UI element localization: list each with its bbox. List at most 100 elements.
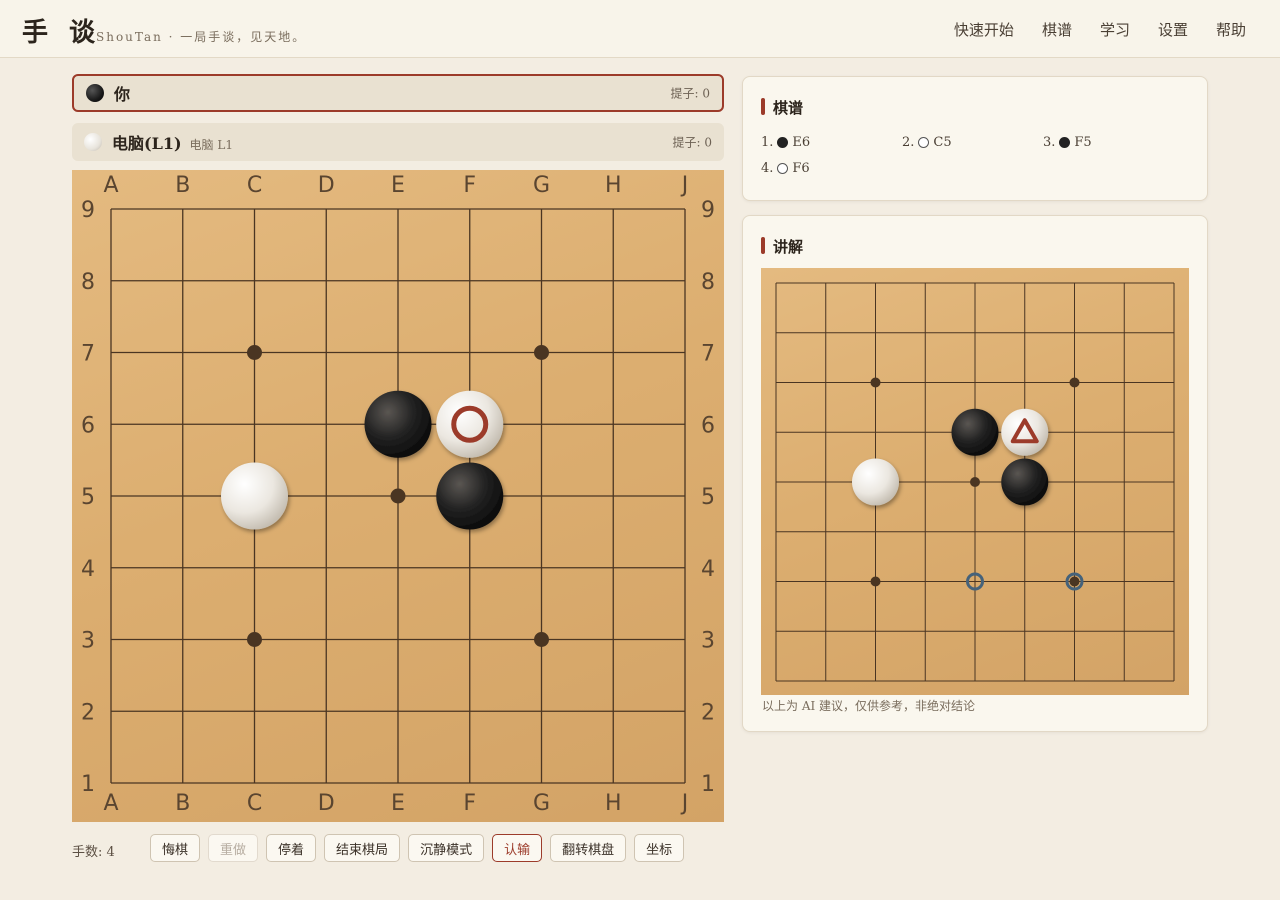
star-point <box>1069 576 1080 587</box>
nav-learn[interactable]: 学习 <box>1100 19 1130 40</box>
star-point <box>247 345 262 360</box>
end-game-button[interactable]: 结束棋局 <box>324 834 401 862</box>
black-stone <box>951 408 999 456</box>
column-label-bottom: G <box>533 791 550 816</box>
nav-help[interactable]: 帮助 <box>1216 19 1246 40</box>
captures-black: 提子: 0 <box>670 86 711 101</box>
move-count: 手数: 4 <box>72 845 115 860</box>
black-stone <box>364 390 432 458</box>
move-number: 1. <box>761 135 774 150</box>
player-name-black: 你 <box>114 81 130 105</box>
ai-disclaimer: 以上为 AI 建议，仅供参考，非绝对结论 <box>762 699 976 713</box>
row-label-left: 9 <box>81 198 95 223</box>
app-logo[interactable]: 手 谈 <box>22 12 101 49</box>
player-name-white: 电脑(L1) 电脑 L1 <box>112 130 233 154</box>
column-label-top: G <box>533 173 550 198</box>
black-stone-icon <box>777 137 789 148</box>
analysis-board-svg <box>775 282 1175 682</box>
row-label-right: 7 <box>701 342 715 367</box>
column-label-top: J <box>680 173 689 198</box>
redo-button[interactable]: 重做 <box>208 834 259 862</box>
white-stone-icon <box>84 133 102 151</box>
row-label-left: 1 <box>81 772 95 797</box>
move-number: 4. <box>761 161 774 176</box>
white-stone <box>436 390 504 458</box>
analysis-title: 讲解 <box>761 236 803 257</box>
column-label-top: B <box>175 173 190 198</box>
flip-board-button[interactable]: 翻转棋盘 <box>550 834 627 862</box>
black-stone <box>436 462 504 530</box>
kifu-card: 棋谱 1. E6 2. C5 3. F5 4. F6 <box>742 76 1208 201</box>
column-label-top: C <box>247 173 262 198</box>
kifu-move[interactable]: 2. C5 <box>902 135 1042 150</box>
undo-button[interactable]: 悔棋 <box>150 834 201 862</box>
star-point <box>870 377 881 388</box>
black-stone-icon <box>86 84 104 102</box>
move-point: F6 <box>792 161 810 176</box>
column-label-top: D <box>318 173 335 198</box>
player-bar-white: 电脑(L1) 电脑 L1 提子: 0 <box>72 123 724 161</box>
pass-button[interactable]: 停着 <box>266 834 317 862</box>
coordinates-button[interactable]: 坐标 <box>634 834 685 862</box>
column-label-top: A <box>103 173 118 198</box>
row-label-left: 6 <box>81 413 95 438</box>
row-label-left: 7 <box>81 342 95 367</box>
column-label-bottom: A <box>103 791 118 816</box>
kifu-move[interactable]: 3. F5 <box>1043 135 1183 150</box>
row-label-right: 6 <box>701 413 715 438</box>
row-label-left: 8 <box>81 270 95 295</box>
star-point <box>1069 377 1080 388</box>
analysis-card: 讲解 以上为 AI 建议，仅供参考，非绝对结论 <box>742 215 1208 732</box>
white-stone <box>1001 408 1049 456</box>
row-label-right: 9 <box>701 198 715 223</box>
white-stone <box>221 462 288 530</box>
row-label-left: 2 <box>81 700 95 725</box>
star-point <box>970 477 980 487</box>
column-label-bottom: J <box>680 791 689 816</box>
star-point <box>534 345 549 360</box>
black-stone <box>1001 458 1049 506</box>
star-point <box>534 632 549 647</box>
move-point: E6 <box>792 135 811 150</box>
captures-white: 提子: 0 <box>672 135 713 150</box>
column-label-bottom: F <box>463 791 476 816</box>
move-number: 2. <box>902 135 915 150</box>
kifu-move[interactable]: 1. E6 <box>761 135 901 150</box>
resign-button[interactable]: 认输 <box>492 834 543 862</box>
move-point: F5 <box>1074 135 1092 150</box>
app-header: 手 谈 ShouTan · 一局手谈，见天地。 快速开始 棋谱 学习 设置 帮助 <box>0 0 1280 58</box>
column-label-top: H <box>605 173 622 198</box>
star-point <box>390 488 406 504</box>
row-label-left: 3 <box>81 629 95 654</box>
row-label-right: 3 <box>701 629 715 654</box>
column-label-bottom: B <box>175 791 190 816</box>
move-point: C5 <box>933 135 952 150</box>
column-label-bottom: E <box>391 791 405 816</box>
player-black-name-text: 你 <box>114 85 131 104</box>
column-label-bottom: C <box>247 791 262 816</box>
row-label-right: 5 <box>701 485 715 510</box>
star-point <box>247 632 262 647</box>
kifu-move[interactable]: 4. F6 <box>761 161 901 176</box>
go-board-svg[interactable]: AABBCCDDEEFFGGHHJJ9 98 87 76 65 54 43 32 21 1 <box>72 170 724 822</box>
player-white-name-text: 电脑(L1) <box>112 134 182 153</box>
analysis-board <box>761 268 1189 695</box>
white-stone-icon <box>777 163 789 174</box>
zen-mode-button[interactable]: 沉静模式 <box>408 834 485 862</box>
go-board[interactable]: AABBCCDDEEFFGGHHJJ998877665544332211 <box>72 170 724 822</box>
row-label-right: 1 <box>701 772 715 797</box>
nav-settings[interactable]: 设置 <box>1158 19 1188 40</box>
column-label-top: E <box>391 173 405 198</box>
nav-kifu[interactable]: 棋谱 <box>1042 19 1072 40</box>
row-label-right: 4 <box>701 557 715 582</box>
white-stone <box>852 458 899 506</box>
nav-quick-start[interactable]: 快速开始 <box>954 19 1014 40</box>
player-white-subtitle: 电脑 L1 <box>189 138 233 152</box>
black-stone-icon <box>1059 137 1071 148</box>
row-label-right: 8 <box>701 270 715 295</box>
row-label-left: 5 <box>81 485 95 510</box>
column-label-bottom: D <box>318 791 335 816</box>
white-stone-icon <box>918 137 930 148</box>
row-label-right: 2 <box>701 700 715 725</box>
top-nav: 快速开始 棋谱 学习 设置 帮助 <box>954 19 1246 40</box>
